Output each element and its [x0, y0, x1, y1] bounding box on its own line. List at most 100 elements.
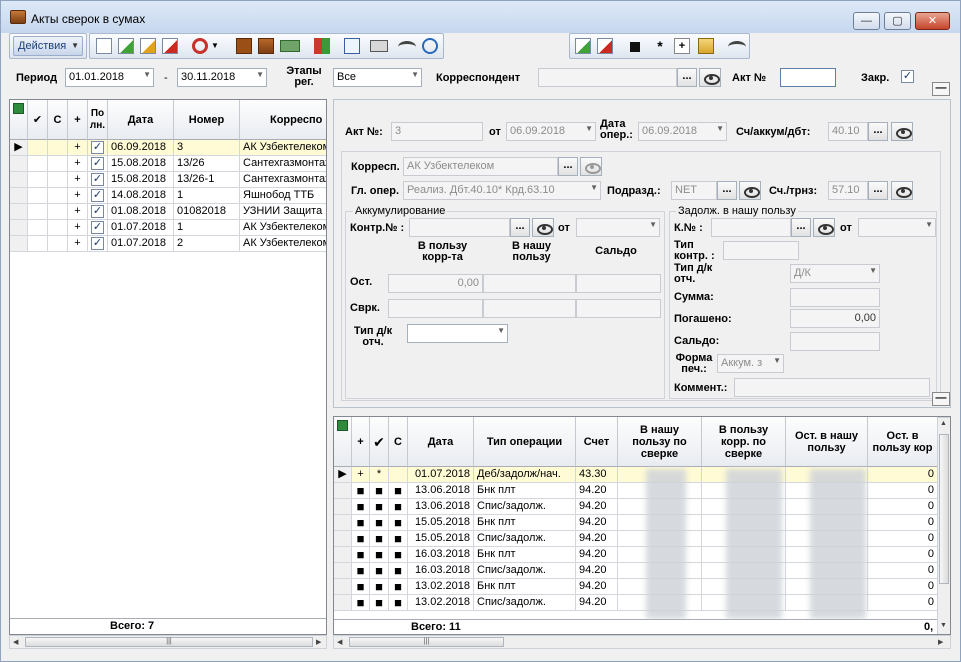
row-c-cell[interactable]	[48, 156, 68, 172]
ops-col-type[interactable]: Тип операции	[474, 417, 576, 467]
ops-row-flag-cell[interactable]: ■	[389, 483, 408, 499]
row-mark-cell[interactable]	[28, 188, 48, 204]
money-icon[interactable]	[280, 40, 300, 52]
ops-col-corr-favor[interactable]: В пользу корр. по сверке	[702, 417, 786, 467]
ops-scroll-right-arrow-icon[interactable]: ▶	[938, 638, 943, 646]
ops-row-flag-cell[interactable]: ■	[352, 595, 370, 611]
type-dk2-select[interactable]: Д/К ▼	[790, 264, 880, 283]
period-to-field[interactable]: 30.11.2018 ▼	[177, 68, 267, 87]
period-from-field[interactable]: 01.01.2018 ▼	[65, 68, 154, 87]
excel-export-icon[interactable]	[13, 103, 24, 114]
scroll-down-arrow-icon[interactable]: ▼	[940, 622, 947, 629]
sync-icon[interactable]	[422, 38, 438, 54]
ops-row-flag-cell[interactable]: ■	[389, 531, 408, 547]
row-c-cell[interactable]	[48, 236, 68, 252]
row-full-checkbox[interactable]: ✓	[91, 189, 104, 202]
row-indicator[interactable]: ▶	[10, 140, 28, 156]
akt-no-field[interactable]: 3	[391, 122, 483, 141]
ops-row-indicator[interactable]	[334, 547, 352, 563]
ops-row-indicator[interactable]	[334, 531, 352, 547]
row-mark-cell[interactable]	[28, 140, 48, 156]
operations-grid-vscroll-thumb[interactable]	[939, 434, 949, 584]
row-indicator[interactable]	[10, 156, 28, 172]
row-indicator[interactable]	[10, 188, 28, 204]
edit-document-icon[interactable]	[140, 38, 156, 54]
subdiv-field[interactable]: NET	[671, 181, 717, 200]
refresh-cycle-icon[interactable]	[192, 38, 208, 54]
row-c-cell[interactable]	[48, 172, 68, 188]
book-icon[interactable]	[236, 38, 252, 54]
actions-menu-button[interactable]: Действия ▼	[13, 36, 83, 56]
col-header-full[interactable]: По лн.	[88, 100, 108, 140]
ops-row-flag-cell[interactable]: ■	[352, 563, 370, 579]
row-plus-cell[interactable]: +	[68, 172, 88, 188]
row-full-checkbox[interactable]: ✓	[91, 237, 104, 250]
ops-col-mark[interactable]: ✔	[370, 417, 389, 467]
ops-row-indicator[interactable]	[334, 595, 352, 611]
ops-row-flag-cell[interactable]: ■	[370, 531, 389, 547]
exchange-arrows-icon[interactable]	[314, 38, 330, 54]
row-full-checkbox-cell[interactable]: ✓	[88, 220, 108, 236]
k-no-view-eye-icon[interactable]	[813, 218, 835, 237]
row-c-cell[interactable]	[48, 204, 68, 220]
row-c-cell[interactable]	[48, 140, 68, 156]
row-c-cell[interactable]	[48, 220, 68, 236]
asterisk-icon[interactable]: *	[652, 38, 668, 54]
ops-row-flag-cell[interactable]: ■	[370, 483, 389, 499]
row-full-checkbox-cell[interactable]: ✓	[88, 172, 108, 188]
ops-col-plus[interactable]: +	[352, 417, 370, 467]
akt-number-input[interactable]	[780, 68, 836, 87]
ops-row-flag-cell[interactable]: ■	[370, 515, 389, 531]
ops-row-flag-cell[interactable]: ■	[389, 515, 408, 531]
ops-row-flag-cell[interactable]: ■	[389, 499, 408, 515]
row-full-checkbox[interactable]: ✓	[91, 141, 104, 154]
transit-browse-button[interactable]: ...	[868, 181, 888, 200]
new-document-icon[interactable]	[96, 38, 112, 54]
delete-document-icon[interactable]	[162, 38, 178, 54]
ops-excel-export-icon[interactable]	[337, 420, 348, 431]
col-header-plus[interactable]: +	[68, 100, 88, 140]
akts-grid-hscroll-thumb[interactable]: |||	[25, 637, 313, 647]
row-mark-cell[interactable]	[28, 220, 48, 236]
ops-row-flag-cell[interactable]: ■	[389, 547, 408, 563]
row-indicator[interactable]	[10, 236, 28, 252]
ops-row-flag-cell[interactable]: ■	[370, 579, 389, 595]
row-indicator[interactable]	[10, 204, 28, 220]
akts-grid-hscroll[interactable]: ◀ ||| ▶	[9, 635, 327, 649]
scroll-right-arrow-icon[interactable]: ▶	[316, 638, 321, 646]
row-plus-cell[interactable]: +	[68, 220, 88, 236]
contract-view-eye-icon[interactable]	[532, 218, 554, 237]
correspondent-view-eye-icon[interactable]	[699, 68, 721, 87]
detail-collapse-button[interactable]: —	[932, 392, 950, 406]
ops-row-flag-cell[interactable]: ■	[389, 595, 408, 611]
row-full-checkbox[interactable]: ✓	[91, 157, 104, 170]
top-collapse-button[interactable]: —	[932, 82, 950, 96]
correspondent-browse-button[interactable]: ...	[677, 68, 697, 87]
ops-row-flag-cell[interactable]: ■	[352, 579, 370, 595]
ops-grid-corner[interactable]	[334, 417, 352, 467]
notepad-icon[interactable]	[344, 38, 360, 54]
row-plus-cell[interactable]: +	[68, 204, 88, 220]
row-full-checkbox[interactable]: ✓	[91, 221, 104, 234]
ops-row-flag-cell[interactable]: ■	[370, 563, 389, 579]
row-indicator[interactable]	[10, 172, 28, 188]
row-full-checkbox[interactable]: ✓	[91, 173, 104, 186]
contract-browse-button[interactable]: ...	[510, 218, 530, 237]
corr-view-eye-icon[interactable]	[580, 157, 602, 176]
ops-row-flag-cell[interactable]: ■	[389, 563, 408, 579]
k-no-field[interactable]	[711, 218, 791, 237]
folder-arrow-icon[interactable]	[698, 38, 714, 54]
add-row-icon[interactable]	[575, 38, 591, 54]
type-dk-select[interactable]: ▼	[407, 324, 508, 343]
subdiv-browse-button[interactable]: ...	[717, 181, 737, 200]
delete-row-icon[interactable]	[597, 38, 613, 54]
row-full-checkbox-cell[interactable]: ✓	[88, 204, 108, 220]
row-full-checkbox-cell[interactable]: ✓	[88, 188, 108, 204]
account-browse-button[interactable]: ...	[868, 122, 888, 141]
ops-row-flag-cell[interactable]: ■	[370, 595, 389, 611]
ops-col-date[interactable]: Дата	[408, 417, 474, 467]
col-header-mark[interactable]: ✔	[28, 100, 48, 140]
ops-col-rest-ours[interactable]: Ост. в нашу пользу	[786, 417, 868, 467]
row-plus-cell[interactable]: +	[68, 140, 88, 156]
row-full-checkbox-cell[interactable]: ✓	[88, 140, 108, 156]
